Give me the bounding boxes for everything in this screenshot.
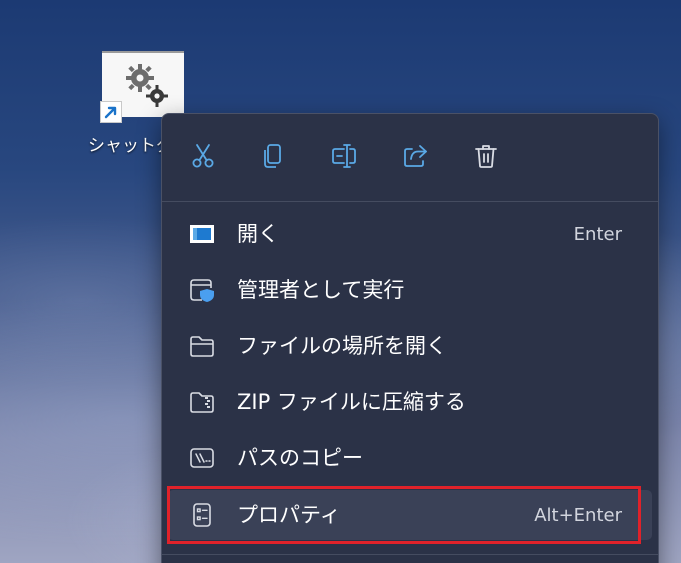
share-button[interactable] (395, 136, 435, 176)
context-menu-toolbar (162, 114, 658, 198)
rename-button[interactable] (324, 136, 364, 176)
copy-icon (264, 144, 281, 168)
menu-item-label: ZIP ファイルに圧縮する (237, 390, 466, 414)
menu-item-compress-zip[interactable]: ZIP ファイルに圧縮する (168, 377, 652, 427)
menu-item-properties[interactable]: プロパティ Alt+Enter (168, 490, 652, 540)
menu-item-open-location[interactable]: ファイルの場所を開く (168, 321, 652, 371)
rename-icon (332, 144, 356, 168)
path-copy-icon (188, 445, 216, 471)
desktop-shortcut[interactable] (100, 51, 186, 123)
copy-button[interactable] (253, 136, 293, 176)
shield-window-icon (188, 277, 216, 303)
context-menu: 開く Enter 管理者として実行 ファイルの場所を開く ZIP ファイルに圧縮… (161, 113, 659, 563)
menu-item-label: ファイルの場所を開く (237, 334, 447, 358)
menu-item-run-as-admin[interactable]: 管理者として実行 (168, 265, 652, 315)
menu-item-label: パスのコピー (237, 446, 363, 470)
properties-icon (188, 502, 216, 528)
menu-item-shortcut: Enter (573, 224, 622, 245)
shortcut-arrow-icon (100, 101, 122, 123)
cut-button[interactable] (183, 136, 223, 176)
open-window-icon (188, 221, 216, 247)
menu-item-copy-path[interactable]: パスのコピー (168, 433, 652, 483)
toolbar-divider (162, 201, 658, 202)
trash-icon (475, 145, 497, 168)
scissors-icon (192, 144, 214, 168)
delete-button[interactable] (466, 136, 506, 176)
folder-icon (188, 333, 216, 359)
bottom-divider (162, 554, 658, 555)
gears-icon (126, 64, 168, 107)
menu-item-label: プロパティ (237, 503, 341, 527)
menu-item-label: 開く (237, 222, 279, 246)
menu-item-open[interactable]: 開く Enter (168, 209, 652, 259)
menu-item-label: 管理者として実行 (237, 278, 405, 302)
menu-item-shortcut: Alt+Enter (534, 505, 622, 526)
zip-folder-icon (188, 389, 216, 415)
shortcut-label: シャットダウン (88, 136, 168, 155)
share-icon (404, 145, 427, 167)
